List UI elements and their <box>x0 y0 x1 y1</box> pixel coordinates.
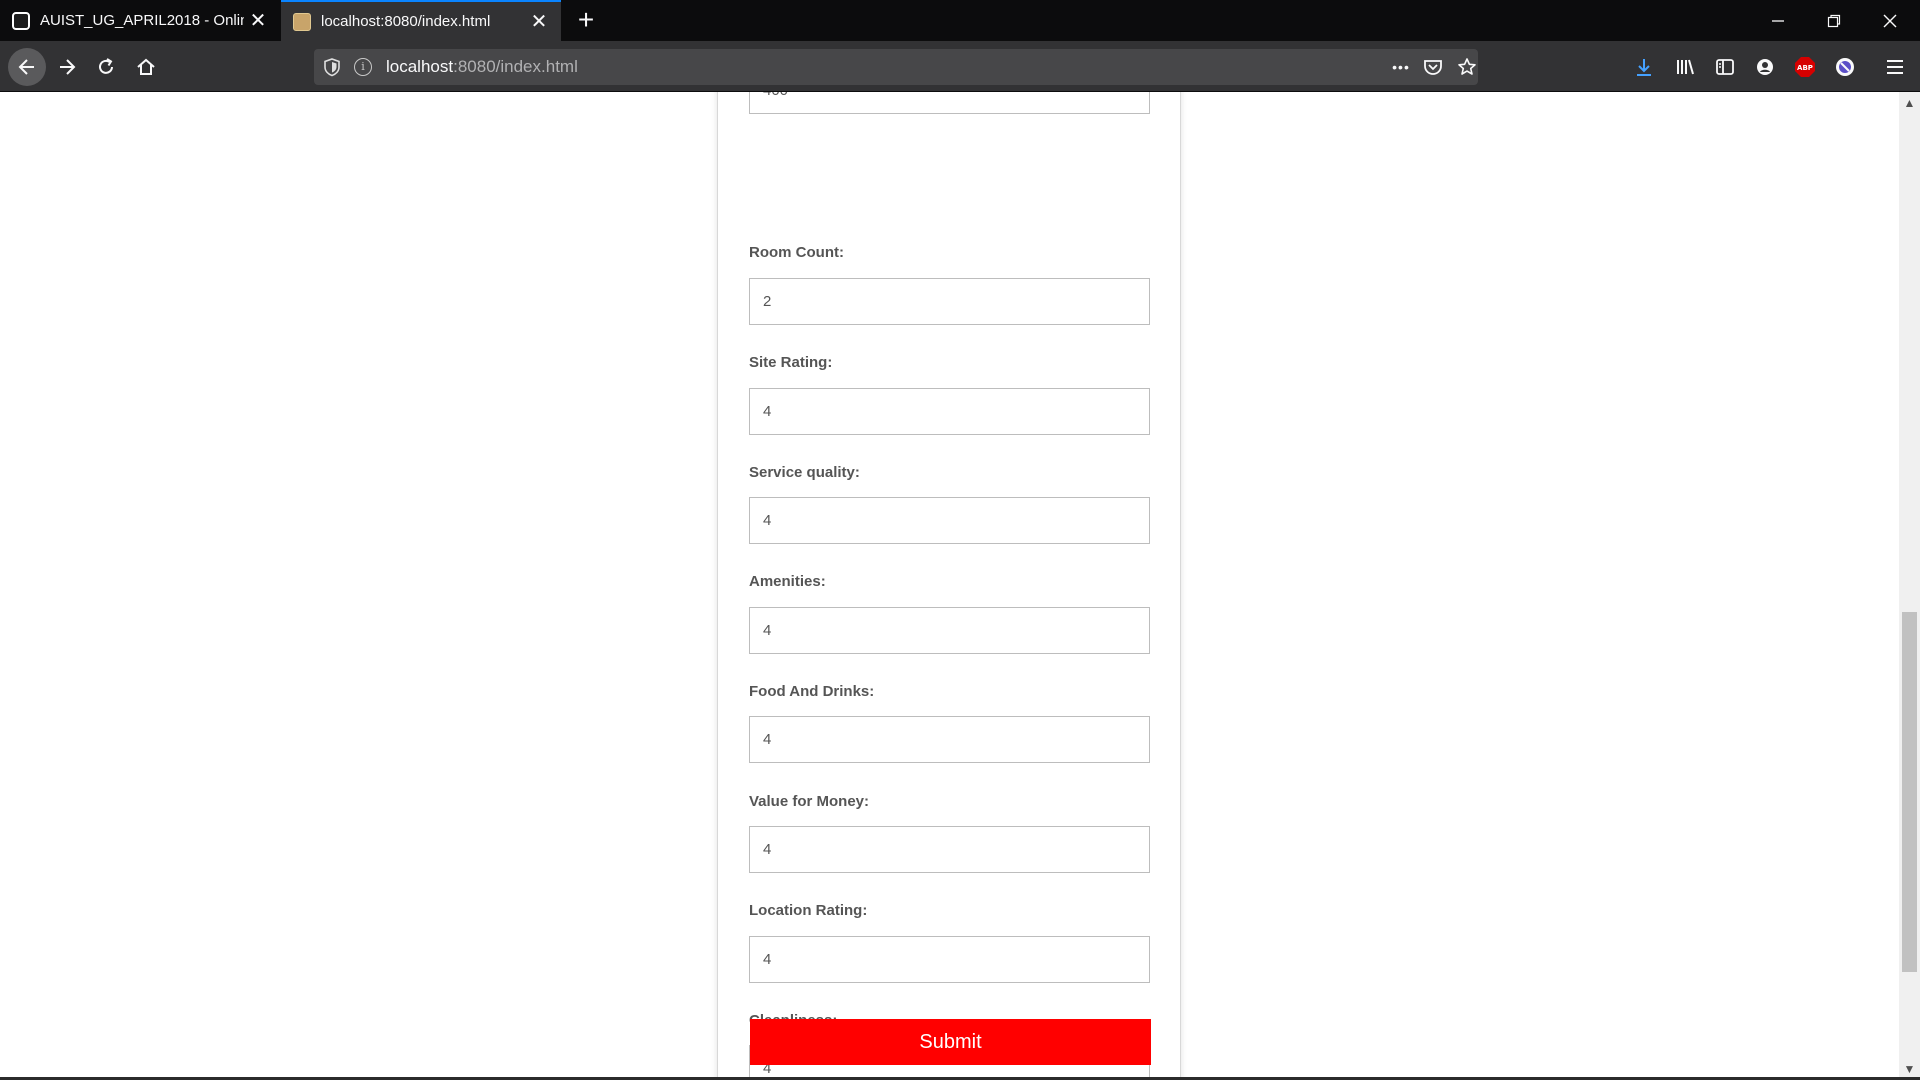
restore-icon[interactable] <box>1806 0 1862 41</box>
service-quality-label: Service quality: <box>749 464 860 481</box>
tab-localhost[interactable]: localhost:8080/index.html ✕ <box>281 0 561 41</box>
room-count-input[interactable] <box>749 278 1150 325</box>
page-actions-icon[interactable]: ••• <box>1388 55 1414 79</box>
page-favicon-icon <box>293 12 311 31</box>
rating-form: Room Count: Site Rating: Service quality… <box>717 92 1181 1080</box>
site-rating-input[interactable] <box>749 388 1150 435</box>
svg-text:ABP: ABP <box>1797 64 1813 72</box>
new-tab-button[interactable]: + <box>570 4 602 36</box>
location-rating-input[interactable] <box>749 936 1150 983</box>
location-rating-label: Location Rating: <box>749 902 868 919</box>
tracking-shield-icon[interactable] <box>322 57 342 77</box>
home-icon <box>137 58 155 75</box>
food-and-drinks-input[interactable] <box>749 716 1150 763</box>
window-close-icon[interactable] <box>1862 0 1918 41</box>
home-button[interactable] <box>129 50 163 84</box>
scrollbar-thumb[interactable] <box>1902 612 1917 972</box>
back-button[interactable] <box>8 48 46 86</box>
tab-close-icon[interactable]: ✕ <box>244 8 272 33</box>
service-quality-input[interactable] <box>749 497 1150 544</box>
address-bar[interactable]: i localhost:8080/index.html ••• <box>314 49 1478 85</box>
url-text[interactable]: localhost:8080/index.html <box>386 57 578 77</box>
site-rating-label: Site Rating: <box>749 354 833 371</box>
blocker-extension-icon[interactable] <box>1828 50 1862 84</box>
value-for-money-label: Value for Money: <box>749 793 870 810</box>
pocket-icon[interactable] <box>1420 55 1446 79</box>
page-viewport: Room Count: Site Rating: Service quality… <box>0 92 1899 1080</box>
library-icon[interactable] <box>1668 50 1702 84</box>
account-icon[interactable] <box>1748 50 1782 84</box>
site-info-icon[interactable]: i <box>354 58 372 76</box>
value-for-money-input[interactable] <box>749 826 1150 873</box>
amenities-input[interactable] <box>749 607 1150 654</box>
navigation-toolbar: i localhost:8080/index.html ••• ABP <box>0 41 1920 92</box>
bookmark-star-icon[interactable] <box>1454 55 1480 79</box>
scroll-up-icon[interactable]: ▲ <box>1899 94 1920 112</box>
tab-title: AUIST_UG_APRIL2018 - Online I <box>40 12 244 29</box>
minimize-icon[interactable] <box>1750 0 1806 41</box>
adblock-plus-icon[interactable]: ABP <box>1788 50 1822 84</box>
room-count-label: Room Count: <box>749 244 844 261</box>
price-input[interactable] <box>749 92 1150 114</box>
tab-online[interactable]: AUIST_UG_APRIL2018 - Online I ✕ <box>0 0 280 41</box>
vertical-scrollbar[interactable]: ▲ ▼ <box>1899 92 1920 1080</box>
sidebar-icon[interactable] <box>1708 50 1742 84</box>
downloads-icon[interactable] <box>1627 50 1661 84</box>
submit-button[interactable]: Submit <box>750 1019 1151 1065</box>
amenities-label: Amenities: <box>749 573 826 590</box>
reload-button[interactable] <box>89 50 123 84</box>
forward-button[interactable] <box>50 50 84 84</box>
back-arrow-icon <box>18 59 34 75</box>
tab-title: localhost:8080/index.html <box>321 13 491 30</box>
tab-close-icon[interactable]: ✕ <box>525 9 553 34</box>
scroll-down-icon[interactable]: ▼ <box>1899 1060 1920 1078</box>
site-favicon-icon <box>12 11 30 30</box>
tab-strip: AUIST_UG_APRIL2018 - Online I ✕ localhos… <box>0 0 1920 41</box>
food-and-drinks-label: Food And Drinks: <box>749 683 875 700</box>
hamburger-menu-icon[interactable] <box>1878 50 1912 84</box>
reload-icon <box>99 58 113 74</box>
forward-arrow-icon <box>60 59 76 75</box>
